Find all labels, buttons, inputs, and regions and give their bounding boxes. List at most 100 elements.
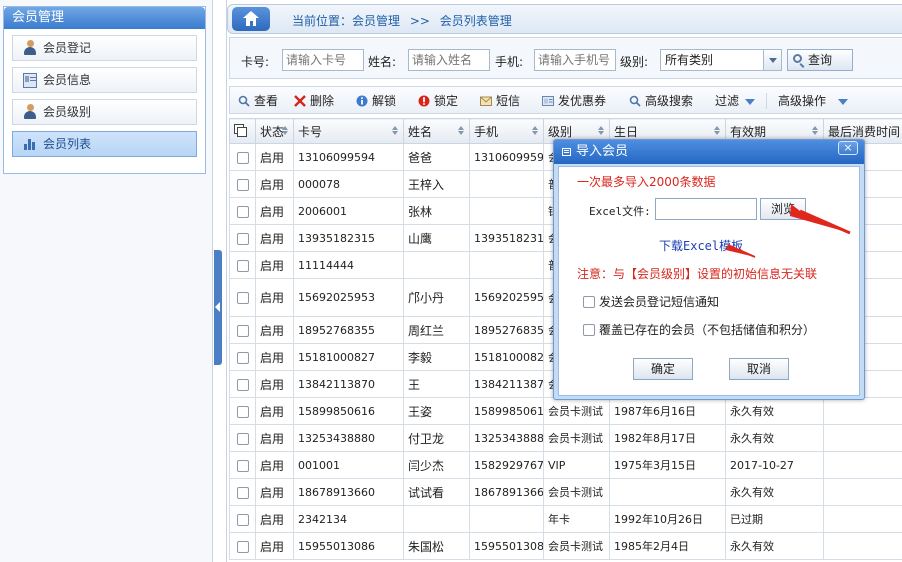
table-row[interactable]: 启用 2342134 年卡 1992年10月26日 已过期	[229, 505, 902, 533]
select-all-header[interactable]	[229, 118, 256, 144]
row-checkbox[interactable]	[236, 405, 249, 418]
lock-button[interactable]: 锁定	[418, 93, 458, 109]
row-select-cell[interactable]	[229, 278, 256, 317]
import-note: 注意：与【会员级别】设置的初始信息无关联	[577, 267, 818, 281]
card-input[interactable]	[282, 49, 364, 71]
column-header-status[interactable]: 状态	[255, 118, 294, 144]
card-icon	[23, 73, 37, 88]
row-select-cell[interactable]	[229, 170, 256, 198]
filter-dropdown[interactable]: 过滤	[699, 93, 756, 109]
row-select-cell[interactable]	[229, 532, 256, 560]
info-icon	[356, 95, 368, 107]
cell-phone: 18678913660	[469, 478, 544, 506]
dialog-titlebar[interactable]: 导入会员 ×	[554, 140, 864, 164]
cell-birthday: 1992年10月26日	[609, 505, 726, 533]
dialog-close-button[interactable]: ×	[838, 141, 858, 155]
cell-level: VIP	[543, 451, 610, 479]
row-checkbox[interactable]	[236, 351, 249, 364]
row-select-cell[interactable]	[229, 397, 256, 425]
row-checkbox[interactable]	[236, 232, 249, 245]
row-select-cell[interactable]	[229, 224, 256, 252]
name-input[interactable]	[408, 49, 490, 71]
row-select-cell[interactable]	[229, 251, 256, 279]
sidebar-item-member-info[interactable]: 会员信息	[12, 67, 197, 93]
coupon-label: 发优惠券	[558, 94, 607, 108]
cell-name	[403, 505, 470, 533]
table-row[interactable]: 启用 15899850616 王姿 15899850616 会员卡测试 1987年6月16…	[229, 397, 902, 425]
cell-last	[823, 478, 902, 506]
table-row[interactable]: 启用 13253438880 付卫龙 13253438880 会员卡测试 1982年8月1…	[229, 424, 902, 452]
table-row[interactable]: 启用 15955013086 朱国松 15955013086 会员卡测试 1985年2月4…	[229, 532, 902, 560]
row-select-cell[interactable]	[229, 316, 256, 344]
cell-birthday: 1982年8月17日	[609, 424, 726, 452]
column-header-name[interactable]: 姓名	[403, 118, 470, 144]
home-button[interactable]	[232, 7, 270, 31]
row-checkbox[interactable]	[236, 486, 249, 499]
query-button-label: 查询	[808, 53, 833, 67]
delete-button[interactable]: 删除	[294, 93, 334, 109]
sidebar-item-member-list[interactable]: 会员列表	[12, 131, 197, 157]
sidebar-item-member-level[interactable]: 会员级别	[12, 99, 197, 125]
cell-birthday: 1975年3月15日	[609, 451, 726, 479]
level-label: 级别:	[620, 55, 649, 69]
browse-button[interactable]: 浏览	[760, 198, 806, 220]
table-row[interactable]: 启用 001001 闫少杰 15829297678 VIP 1975年3月15日 2017-…	[229, 451, 902, 479]
cell-name: 张林	[403, 197, 470, 225]
row-select-cell[interactable]	[229, 505, 256, 533]
download-template-link[interactable]: 下载Excel模板	[659, 237, 743, 254]
sms-button[interactable]: 短信	[480, 93, 520, 109]
row-checkbox[interactable]	[236, 459, 249, 472]
cancel-button[interactable]: 取消	[729, 358, 789, 380]
row-select-cell[interactable]	[229, 478, 256, 506]
cell-card: 2342134	[293, 505, 404, 533]
column-header-card[interactable]: 卡号	[293, 118, 404, 144]
sidebar-title: 会员管理	[4, 7, 205, 29]
cell-status: 启用	[255, 170, 294, 198]
view-button[interactable]: 查看	[238, 93, 278, 109]
row-checkbox[interactable]	[236, 292, 249, 304]
row-select-cell[interactable]	[229, 451, 256, 479]
query-button[interactable]: 查询	[787, 49, 853, 71]
row-select-cell[interactable]	[229, 424, 256, 452]
cell-status: 启用	[255, 370, 294, 398]
row-checkbox[interactable]	[236, 324, 249, 337]
column-header-phone[interactable]: 手机	[469, 118, 544, 144]
cell-status: 启用	[255, 316, 294, 344]
row-checkbox[interactable]	[236, 513, 249, 526]
breadcrumb-link-member-management[interactable]: 会员管理	[352, 14, 400, 28]
advanced-search-button[interactable]: 高级搜索	[629, 93, 693, 109]
row-select-cell[interactable]	[229, 343, 256, 371]
card-label: 卡号:	[241, 55, 270, 69]
send-sms-checkbox[interactable]	[583, 296, 595, 308]
row-checkbox[interactable]	[236, 540, 249, 553]
row-checkbox[interactable]	[236, 178, 249, 191]
confirm-button[interactable]: 确定	[633, 358, 693, 380]
level-select[interactable]: 所有类别	[660, 49, 782, 71]
overwrite-checkbox[interactable]	[583, 324, 595, 336]
row-checkbox[interactable]	[236, 259, 249, 272]
cell-phone: 15899850616	[469, 397, 544, 425]
sidebar: 会员管理 会员登记 会员信息 会员级别 会员列表	[0, 0, 213, 562]
cell-card: 15181000827	[293, 343, 404, 371]
excel-file-input[interactable]	[655, 198, 757, 220]
phone-input[interactable]	[534, 49, 616, 71]
row-checkbox[interactable]	[236, 151, 249, 164]
cell-name: 邝小丹	[403, 278, 470, 317]
row-checkbox[interactable]	[236, 378, 249, 391]
user-icon	[23, 104, 37, 119]
cell-name	[403, 251, 470, 279]
send-sms-option[interactable]: 发送会员登记短信通知	[583, 293, 719, 310]
row-select-cell[interactable]	[229, 370, 256, 398]
table-row[interactable]: 启用 18678913660 试试看 18678913660 会员卡测试 永久有效	[229, 478, 902, 506]
advanced-ops-dropdown[interactable]: 高级操作	[762, 93, 849, 109]
coupon-button[interactable]: 发优惠券	[542, 93, 606, 109]
row-select-cell[interactable]	[229, 197, 256, 225]
row-select-cell[interactable]	[229, 143, 256, 171]
sidebar-collapse-handle[interactable]	[214, 250, 222, 365]
unlock-button[interactable]: 解锁	[356, 93, 396, 109]
overwrite-option[interactable]: 覆盖已存在的会员（不包括储值和积分）	[583, 321, 815, 338]
sidebar-item-member-register[interactable]: 会员登记	[12, 35, 197, 61]
row-checkbox[interactable]	[236, 205, 249, 218]
delete-label: 删除	[310, 94, 335, 108]
row-checkbox[interactable]	[236, 432, 249, 445]
